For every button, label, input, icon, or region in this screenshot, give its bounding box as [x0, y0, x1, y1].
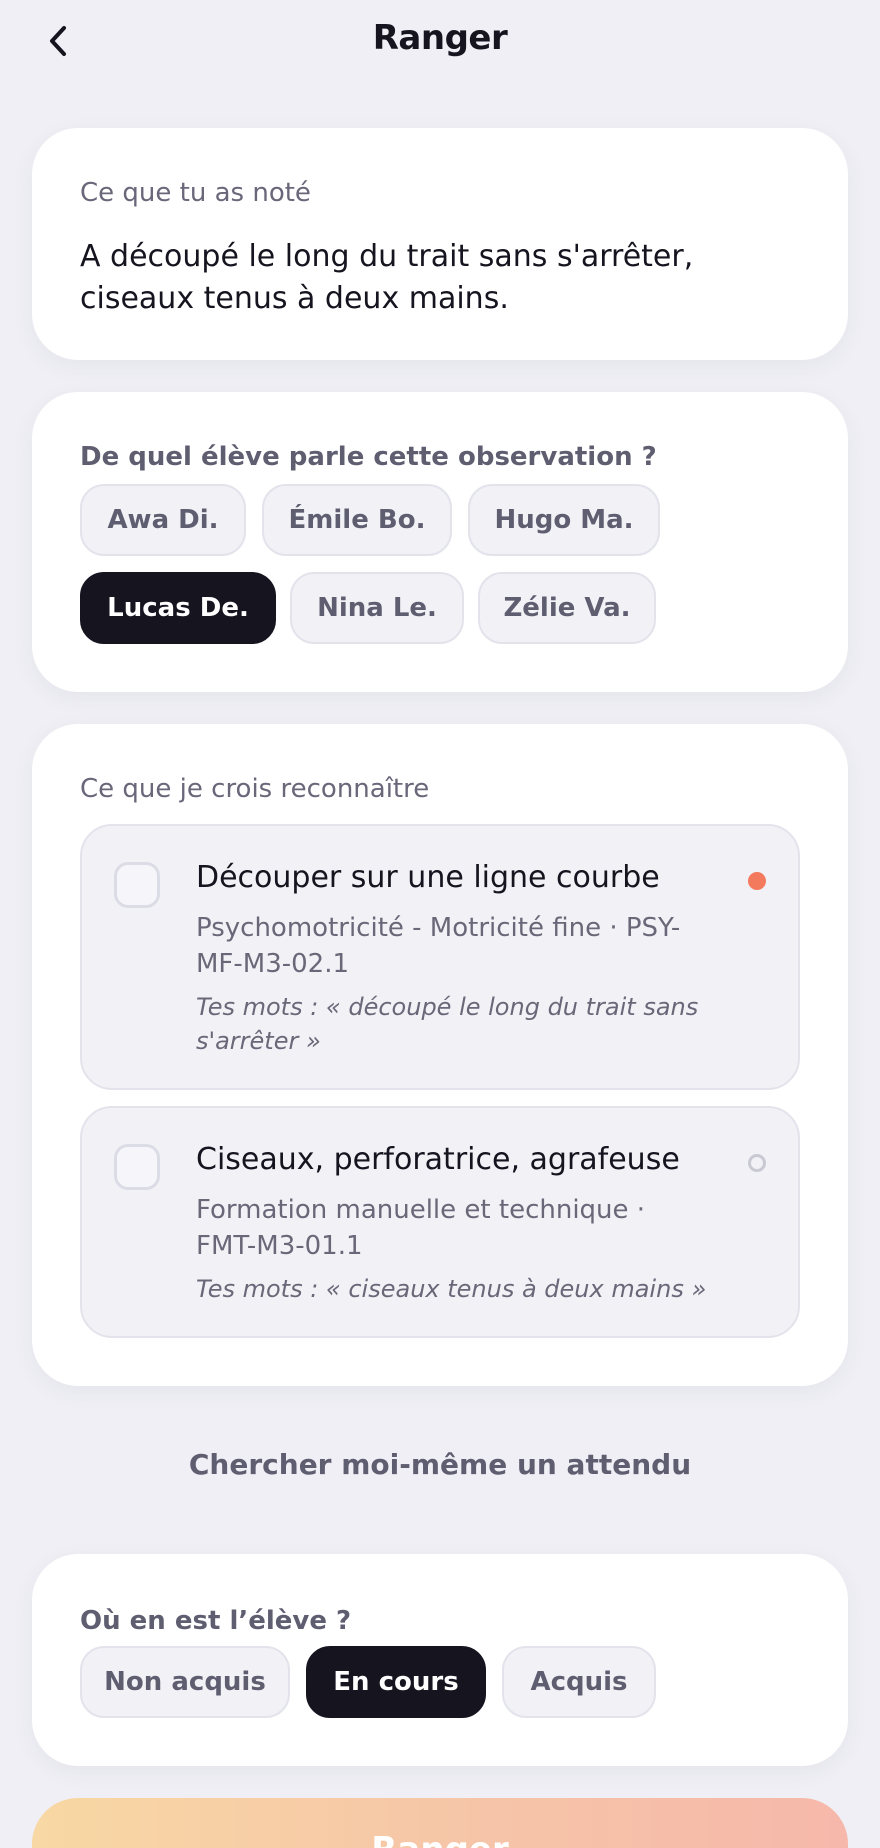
suggestion-domain: Psychomotricité - Motricité fine · PSY-M… [196, 913, 681, 979]
note-label: Ce que tu as noté [80, 178, 311, 208]
student-question: De quel élève parle cette observation ? [80, 442, 657, 472]
suggestions-label: Ce que je crois reconnaître [80, 774, 430, 804]
suggestion-domain: Formation manuelle et technique · FMT-M3… [196, 1195, 646, 1261]
note-card: Ce que tu as noté A découpé le long du t… [32, 128, 848, 360]
confidence-indicator-icon [748, 1154, 766, 1172]
level-card: Où en est l’élève ? Non acquis En cours … [32, 1554, 848, 1766]
suggestion-quote: Tes mots : « ciseaux tenus à deux mains … [196, 1275, 707, 1303]
student-chip[interactable]: Émile Bo. [262, 484, 452, 556]
student-chip-selected[interactable]: Lucas De. [80, 572, 276, 644]
note-text: A découpé le long du trait sans s'arrête… [80, 239, 694, 316]
suggestion-title: Ciseaux, perforatrice, agrafeuse [196, 1142, 680, 1177]
page-title: Ranger [372, 18, 508, 58]
submit-button[interactable]: Ranger [32, 1798, 848, 1848]
student-chip[interactable]: Zélie Va. [478, 572, 656, 644]
level-option[interactable]: Non acquis [80, 1646, 290, 1718]
suggestion-item[interactable]: Ciseaux, perforatrice, agrafeuse Formati… [80, 1106, 800, 1338]
search-attendu-link[interactable]: Chercher moi-même un attendu [0, 1448, 880, 1481]
top-bar: Ranger [0, 0, 880, 84]
student-chip[interactable]: Hugo Ma. [468, 484, 660, 556]
level-option[interactable]: Acquis [502, 1646, 656, 1718]
suggestion-title: Découper sur une ligne courbe [196, 860, 660, 895]
suggestion-item[interactable]: Découper sur une ligne courbe Psychomotr… [80, 824, 800, 1090]
student-chip[interactable]: Awa Di. [80, 484, 246, 556]
suggestion-checkbox[interactable] [114, 1144, 160, 1190]
level-question: Où en est l’élève ? [80, 1606, 352, 1636]
suggestion-checkbox[interactable] [114, 862, 160, 908]
suggestions-card: Ce que je crois reconnaître Découper sur… [32, 724, 848, 1386]
student-chip[interactable]: Nina Le. [290, 572, 464, 644]
student-card: De quel élève parle cette observation ? … [32, 392, 848, 692]
level-option-selected[interactable]: En cours [306, 1646, 486, 1718]
confidence-indicator-icon [748, 872, 766, 890]
suggestion-quote: Tes mots : « découpé le long du trait sa… [196, 993, 699, 1055]
